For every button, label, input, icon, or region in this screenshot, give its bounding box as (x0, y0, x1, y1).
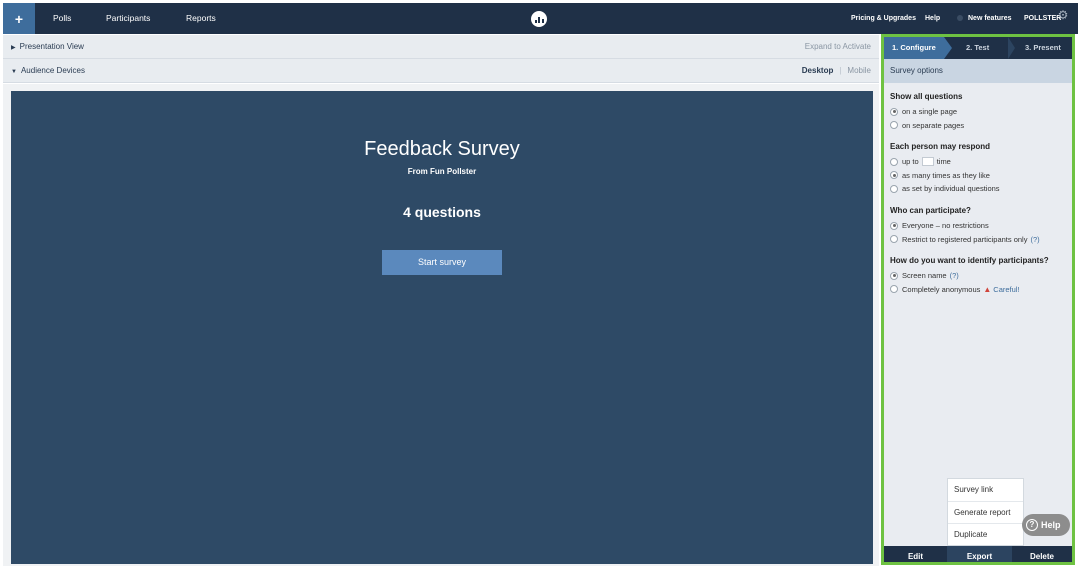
careful-link[interactable]: Careful! (993, 285, 1019, 294)
gear-icon[interactable]: ⚙ (1056, 8, 1070, 22)
tab-configure[interactable]: 1. Configure (892, 37, 936, 59)
section-heading: Show all questions (890, 92, 963, 101)
option-label: as set by individual questions (902, 184, 1000, 194)
radio-selected[interactable] (890, 171, 898, 180)
configure-panel: 1. Configure 2. Test 3. Present Survey o… (881, 34, 1075, 565)
everyone-option[interactable]: Everyone – no restrictions (890, 219, 1070, 233)
export-button[interactable]: Export (947, 546, 1012, 562)
panel-footer: Edit Export Delete (884, 546, 1072, 562)
screen-name-option[interactable]: Screen name (?) (890, 269, 1070, 283)
add-poll-button[interactable]: + (3, 3, 35, 34)
new-features-label: New features (968, 15, 1012, 22)
unlimited-times-option[interactable]: as many times as they like (890, 169, 1070, 183)
step-chevron (1008, 37, 1015, 59)
option-label: as many times as they like (902, 170, 990, 180)
generate-report-menu-item[interactable]: Generate report (948, 502, 1023, 524)
option-label: Screen name (902, 271, 947, 281)
survey-link-menu-item[interactable]: Survey link (948, 479, 1023, 502)
expand-to-activate-link[interactable]: Expand to Activate (805, 35, 871, 59)
option-label: on separate pages (902, 120, 965, 130)
survey-options-header: Survey options (884, 59, 1072, 83)
presentation-view-label: Presentation View (19, 42, 84, 51)
identify-participants-section: How do you want to identify participants… (890, 256, 1070, 296)
separate-pages-option[interactable]: on separate pages (890, 119, 1070, 133)
help-question-link[interactable]: (?) (1030, 235, 1039, 244)
presentation-view-bar[interactable]: ▶ Presentation View Expand to Activate (3, 35, 879, 59)
option-label: Everyone – no restrictions (902, 221, 989, 231)
anonymous-option[interactable]: Completely anonymous ▲ Careful! (890, 283, 1070, 297)
single-page-option[interactable]: on a single page (890, 105, 1070, 119)
nav-polls-link[interactable]: Polls (53, 3, 71, 34)
help-button[interactable]: ? Help (1022, 514, 1070, 536)
top-nav: + Polls Participants Reports Pricing & U… (3, 3, 1078, 34)
option-label-suffix: time (936, 157, 951, 167)
pricing-upgrades-link[interactable]: Pricing & Upgrades (851, 3, 916, 34)
device-desktop-tab[interactable]: Desktop (802, 66, 834, 75)
presentation-view-toggle[interactable]: ▶ Presentation View (11, 35, 84, 60)
new-features-link[interactable]: New features (957, 3, 1012, 34)
survey-subtitle: From Fun Pollster (407, 167, 477, 176)
option-label: Restrict to registered participants only (902, 234, 1028, 244)
nav-reports-link[interactable]: Reports (186, 3, 216, 34)
device-separator: | (839, 66, 842, 75)
survey-preview: Feedback Survey From Fun Pollster 4 ques… (11, 91, 873, 564)
radio[interactable] (890, 121, 898, 130)
section-heading: Who can participate? (890, 206, 971, 215)
caret-right-icon: ▶ (11, 45, 16, 51)
radio-selected[interactable] (890, 271, 898, 280)
radio-selected[interactable] (890, 221, 898, 230)
help-link[interactable]: Help (925, 3, 940, 34)
show-questions-section: Show all questions on a single page on s… (890, 92, 1070, 132)
preview-area: Feedback Survey From Fun Pollster 4 ques… (3, 84, 879, 566)
radio[interactable] (890, 235, 898, 244)
help-icon: ? (1026, 519, 1038, 531)
export-menu: Survey link Generate report Duplicate (947, 478, 1024, 546)
radio[interactable] (890, 285, 898, 294)
option-label: Completely anonymous (902, 284, 981, 294)
up-to-times-option[interactable]: up to time (890, 155, 1070, 169)
option-label: on a single page (902, 107, 958, 117)
who-can-participate-section: Who can participate? Everyone – no restr… (890, 206, 1070, 246)
question-count: 4 questions (403, 204, 481, 220)
respond-limit-section: Each person may respond up to time as man… (890, 142, 1070, 196)
nav-participants-link[interactable]: Participants (106, 3, 150, 34)
start-survey-button[interactable]: Start survey (382, 250, 502, 275)
duplicate-menu-item[interactable]: Duplicate (948, 524, 1023, 547)
audience-devices-bar[interactable]: ▼ Audience Devices Desktop | Mobile (3, 59, 879, 83)
step-tabs: 1. Configure 2. Test 3. Present (884, 37, 1072, 59)
delete-button[interactable]: Delete (1012, 546, 1072, 562)
survey-title: Feedback Survey (364, 138, 520, 160)
section-heading: Each person may respond (890, 142, 991, 151)
edit-button[interactable]: Edit (884, 546, 947, 562)
radio-selected[interactable] (890, 107, 898, 116)
help-label: Help (1041, 520, 1061, 530)
option-label: up to (902, 157, 919, 167)
audience-devices-label: Audience Devices (20, 66, 85, 75)
device-switcher: Desktop | Mobile (802, 59, 871, 83)
new-features-dot-icon (957, 15, 963, 22)
times-input[interactable] (921, 157, 934, 167)
poll-everywhere-logo-icon[interactable] (531, 11, 547, 27)
section-heading: How do you want to identify participants… (890, 256, 1049, 265)
registered-only-option[interactable]: Restrict to registered participants only… (890, 233, 1070, 247)
device-mobile-tab[interactable]: Mobile (847, 66, 871, 75)
tab-test[interactable]: 2. Test (966, 37, 989, 59)
radio[interactable] (890, 184, 898, 193)
caret-down-icon: ▼ (11, 69, 17, 75)
help-question-link[interactable]: (?) (950, 271, 959, 280)
per-question-option[interactable]: as set by individual questions (890, 182, 1070, 196)
radio[interactable] (890, 157, 898, 166)
audience-devices-toggle[interactable]: ▼ Audience Devices (11, 59, 85, 84)
warning-icon: ▲ (983, 284, 992, 294)
tab-present[interactable]: 3. Present (1025, 37, 1061, 59)
